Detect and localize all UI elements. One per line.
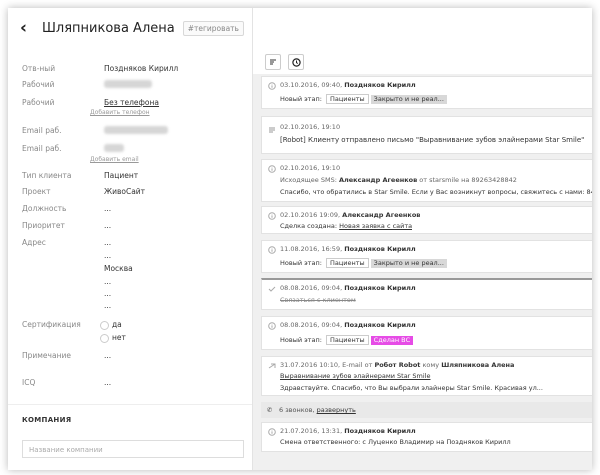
history-button[interactable] xyxy=(288,54,304,70)
info-icon xyxy=(267,164,276,173)
clock-icon xyxy=(291,57,301,67)
field-value[interactable]: ... xyxy=(104,221,111,231)
info-icon xyxy=(267,321,276,330)
phone-icon: ✆ xyxy=(267,406,273,414)
field-label: Проект xyxy=(22,187,51,196)
calls-collapsed-row: ✆ 6 звонков, развернуть xyxy=(261,402,592,418)
blurred-value xyxy=(104,144,124,152)
timeline-task[interactable]: 08.08.2016, 09:04, Поздняков Кирилл Связ… xyxy=(261,278,592,310)
contact-card-window: ‹ Шляпникова Алена #тегировать Отв-ный П… xyxy=(8,8,592,470)
blurred-value xyxy=(104,80,152,88)
field-value[interactable]: ... xyxy=(104,204,111,214)
field-value[interactable]: ... xyxy=(104,351,111,361)
stage-chip: Закрыто и не реал... xyxy=(370,259,447,268)
field-value[interactable]: Поздняков Кирилл xyxy=(104,64,178,74)
event-author[interactable]: Поздняков Кирилл xyxy=(344,81,415,89)
contact-name-title[interactable]: Шляпникова Алена xyxy=(42,21,175,36)
timeline-email[interactable]: 31.07.2016 10:10, E-mail от Робот Robot … xyxy=(261,356,592,396)
field-label: Отв-ный xyxy=(22,64,56,73)
address-line[interactable]: ... xyxy=(104,251,111,261)
tag-button[interactable]: #тегировать xyxy=(182,20,244,36)
field-value[interactable]: Без телефона xyxy=(104,98,159,108)
back-arrow-icon[interactable]: ‹ xyxy=(20,18,36,38)
contact-fields-panel: Отв-ный Поздняков Кирилл Рабочий Рабочий… xyxy=(8,48,252,470)
timeline-event[interactable]: 02.10.2016 19:09, Александр Агеенков Сде… xyxy=(261,206,592,234)
pipeline-chip: Пациенты xyxy=(325,335,369,345)
responsible-change-text: Смена ответственного: с Луценко Владимир… xyxy=(280,438,511,446)
timeline-event[interactable]: 11.08.2016, 16:59, Поздняков Кирилл Новы… xyxy=(261,240,592,273)
field-label: Адрес xyxy=(22,238,46,247)
field-label: Email раб. xyxy=(22,126,62,135)
radio-option-yes[interactable]: да xyxy=(100,320,122,330)
stage-chip: Закрыто и не реал... xyxy=(370,95,447,104)
robot-email-text: [Robot] Клиенту отправлено письмо "Вырав… xyxy=(280,136,585,144)
timeline-event[interactable]: 02.10.2016, 19:10 [Robot] Клиенту отправ… xyxy=(261,116,592,154)
check-icon xyxy=(267,284,276,293)
field-label: Рабочий xyxy=(22,80,55,89)
radio-button[interactable] xyxy=(100,333,109,343)
info-icon xyxy=(267,427,276,436)
divider xyxy=(8,404,252,405)
company-name-input[interactable]: Название компании xyxy=(22,440,244,458)
field-value[interactable]: ... xyxy=(104,378,111,388)
filter-button[interactable] xyxy=(265,54,281,70)
info-icon xyxy=(267,245,276,254)
blurred-value xyxy=(104,126,168,134)
radio-option-no[interactable]: нет xyxy=(100,333,126,343)
field-value[interactable]: ЖивоСайт xyxy=(104,187,145,197)
address-line[interactable]: ... xyxy=(104,289,111,299)
field-label: Приоритет xyxy=(22,221,65,230)
field-label: Должность xyxy=(22,204,67,213)
email-preview: Здравствуйте. Спасибо, что Вы выбрали эл… xyxy=(280,384,543,392)
add-phone-link[interactable]: Добавить телефон xyxy=(90,109,150,116)
field-label: Сертификация xyxy=(22,320,81,329)
field-label: Email раб. xyxy=(22,144,62,153)
email-subject-link[interactable]: Выравнивание зубов элайнерами Star Smile xyxy=(280,372,431,380)
filter-lines-icon xyxy=(270,59,276,65)
expand-calls-link[interactable]: развернуть xyxy=(317,406,356,414)
field-value[interactable]: Пациент xyxy=(104,171,138,181)
deal-link[interactable]: Новая заявка с сайта xyxy=(339,222,412,230)
pipeline-chip: Пациенты xyxy=(325,94,369,104)
address-line[interactable]: ... xyxy=(104,301,111,311)
timeline-event[interactable]: 21.07.2016, 13:31, Поздняков Кирилл Смен… xyxy=(261,422,592,452)
company-section-title: КОМПАНИЯ xyxy=(22,416,72,424)
add-email-link[interactable]: Добавить email xyxy=(90,156,139,163)
address-line[interactable]: ... xyxy=(104,277,111,287)
timeline-toolbar xyxy=(253,8,592,74)
info-icon xyxy=(267,211,276,220)
timeline-event[interactable]: 02.10.2016, 19:10 Исходящее SMS: Алексан… xyxy=(261,159,592,202)
info-icon xyxy=(267,81,276,90)
address-city[interactable]: Москва xyxy=(104,264,133,274)
radio-button[interactable] xyxy=(100,320,109,330)
field-label: Примечание xyxy=(22,351,71,360)
timeline-event[interactable]: 03.10.2016, 09:40, Поздняков Кирилл Новы… xyxy=(261,76,592,109)
timeline-event[interactable]: 08.08.2016, 09:04, Поздняков Кирилл Новы… xyxy=(261,316,592,350)
completed-task-text: Связаться с клиентом xyxy=(280,296,356,304)
field-label: ICQ xyxy=(22,378,36,387)
field-label: Тип клиента xyxy=(22,171,72,180)
sms-text: Спасибо, что обратились в Star Smile. Ес… xyxy=(280,188,592,196)
stage-chip: Сделан ВС xyxy=(370,336,414,345)
field-value[interactable]: ... xyxy=(104,238,111,248)
list-icon xyxy=(267,125,276,134)
pipeline-chip: Пациенты xyxy=(325,258,369,268)
mail-icon xyxy=(267,361,276,370)
timeline-panel: 03.10.2016, 09:40, Поздняков Кирилл Новы… xyxy=(252,8,592,470)
field-label: Рабочий xyxy=(22,98,55,107)
